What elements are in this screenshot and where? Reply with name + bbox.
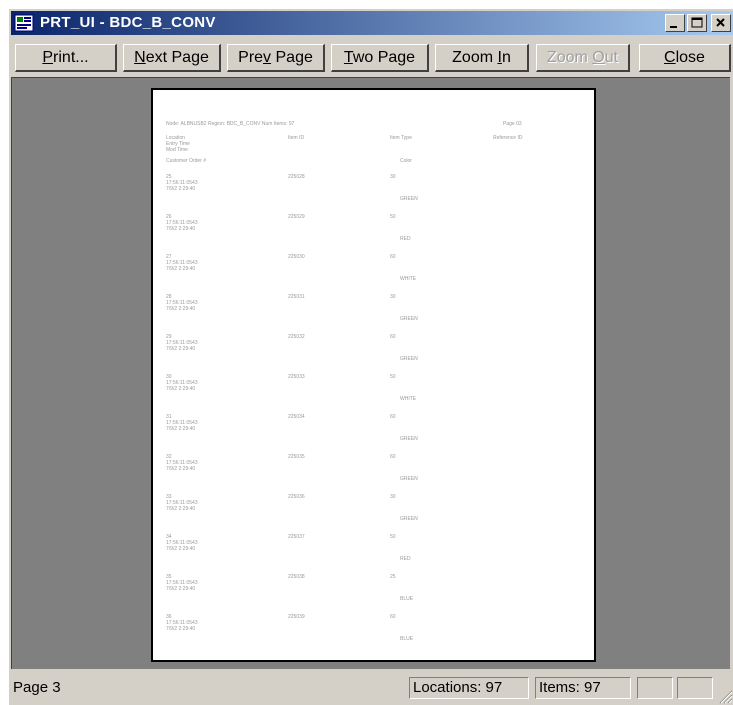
close-accelerator: C xyxy=(664,49,676,66)
app-icon xyxy=(14,14,34,32)
prev-page-label-pre: Pre xyxy=(238,49,264,66)
zoom-out-label-post: ut xyxy=(604,49,619,66)
row-color: GREEN xyxy=(400,516,418,522)
row-item-type: 50 xyxy=(390,374,396,380)
page-number-label: Page 03 xyxy=(503,121,522,127)
row-color: GREEN xyxy=(400,316,418,322)
column-item-id: Item ID xyxy=(288,135,305,141)
close-icon xyxy=(716,18,725,27)
report-header: Node: ALBNUSB2 Region: BDC_B_CONV Num It… xyxy=(166,121,295,127)
row-item-type: 60 xyxy=(390,254,396,260)
status-panel-empty-1 xyxy=(637,677,673,699)
column-mod-time: Mod Time xyxy=(166,147,188,153)
report-page: Node: ALBNUSB2 Region: BDC_B_CONV Num It… xyxy=(151,88,596,662)
zoom-in-label-post: n xyxy=(501,49,511,66)
row-item-id: 225037 xyxy=(288,534,305,540)
row-color: RED xyxy=(400,236,411,242)
row-item-id: 225032 xyxy=(288,334,305,340)
next-page-button[interactable]: Next Page xyxy=(123,44,221,72)
row-mod-time: 7/9/2 2:29:40 xyxy=(166,586,196,592)
row-color: GREEN xyxy=(400,436,418,442)
prev-page-label-post: Page xyxy=(271,49,313,66)
row-item-id: 225029 xyxy=(288,214,305,220)
report-preview-window: PRT_UI - BDC_B_CONV Print... Next Page P… xyxy=(8,8,733,705)
row-mod-time: 7/9/2 2:29:40 xyxy=(166,626,196,632)
locations-count: Locations: 97 xyxy=(409,677,529,699)
row-mod-time: 7/9/2 2:29:40 xyxy=(166,226,196,232)
close-window-button[interactable] xyxy=(711,14,731,32)
status-page: Page 3 xyxy=(13,679,61,696)
row-item-id: 225033 xyxy=(288,374,305,380)
zoom-in-label-pre: Zoom xyxy=(452,49,498,66)
maximize-button[interactable] xyxy=(687,14,707,32)
toolbar: Print... Next Page Prev Page Two Page Zo… xyxy=(11,39,733,75)
row-mod-time: 7/9/2 2:29:40 xyxy=(166,266,196,272)
minimize-button[interactable] xyxy=(665,14,685,32)
print-label-post: rint... xyxy=(53,49,89,66)
row-item-type: 50 xyxy=(390,534,396,540)
zoom-out-button[interactable]: Zoom Out xyxy=(536,44,630,72)
row-item-type: 50 xyxy=(390,214,396,220)
prev-page-accelerator: v xyxy=(263,49,272,66)
resize-grip-icon[interactable] xyxy=(717,688,733,704)
print-button[interactable]: Print... xyxy=(15,44,117,72)
column-color: Color xyxy=(400,158,412,164)
zoom-in-button[interactable]: Zoom In xyxy=(435,44,529,72)
row-item-type: 30 xyxy=(390,174,396,180)
minimize-icon xyxy=(670,26,677,28)
row-color: GREEN xyxy=(400,196,418,202)
window-title: PRT_UI - BDC_B_CONV xyxy=(40,14,216,31)
row-color: BLUE xyxy=(400,596,414,602)
row-item-type: 60 xyxy=(390,334,396,340)
row-color: GREEN xyxy=(400,476,418,482)
row-mod-time: 7/9/2 2:29:40 xyxy=(166,186,196,192)
row-item-type: 60 xyxy=(390,614,396,620)
column-reference-id: Reference ID xyxy=(493,135,523,141)
column-item-type: Item Type xyxy=(390,135,412,141)
row-mod-time: 7/9/2 2:29:40 xyxy=(166,506,196,512)
row-mod-time: 7/9/2 2:29:40 xyxy=(166,386,196,392)
status-bar: Page 3 Locations: 97 Items: 97 xyxy=(11,671,733,704)
row-item-type: 30 xyxy=(390,494,396,500)
row-item-id: 225039 xyxy=(288,614,305,620)
row-color: BLUE xyxy=(400,636,414,642)
next-page-accelerator: N xyxy=(134,49,146,66)
row-item-type: 30 xyxy=(390,294,396,300)
row-item-id: 225038 xyxy=(288,574,305,580)
zoom-out-accelerator: O xyxy=(592,49,605,66)
row-item-id: 225036 xyxy=(288,494,305,500)
row-item-id: 225028 xyxy=(288,174,305,180)
items-count: Items: 97 xyxy=(535,677,631,699)
row-color: WHITE xyxy=(400,276,417,282)
row-item-id: 225034 xyxy=(288,414,305,420)
prev-page-button[interactable]: Prev Page xyxy=(227,44,325,72)
close-label-post: lose xyxy=(675,49,705,66)
row-mod-time: 7/9/2 2:29:40 xyxy=(166,546,196,552)
row-color: WHITE xyxy=(400,396,417,402)
two-page-button[interactable]: Two Page xyxy=(331,44,429,72)
status-panel-empty-2 xyxy=(677,677,713,699)
next-page-label-post: ext Page xyxy=(145,49,209,66)
two-page-label-post: wo Page xyxy=(352,49,416,66)
row-mod-time: 7/9/2 2:29:40 xyxy=(166,306,196,312)
row-item-type: 60 xyxy=(390,414,396,420)
row-item-type: 60 xyxy=(390,454,396,460)
print-accelerator: P xyxy=(42,49,54,66)
close-button[interactable]: Close xyxy=(639,44,731,72)
row-item-id: 225035 xyxy=(288,454,305,460)
title-bar[interactable]: PRT_UI - BDC_B_CONV xyxy=(11,11,733,35)
two-page-accelerator: T xyxy=(343,49,353,66)
maximize-icon xyxy=(691,17,703,28)
row-mod-time: 7/9/2 2:29:40 xyxy=(166,346,196,352)
row-item-id: 225031 xyxy=(288,294,305,300)
column-customer-order: Customer Order # xyxy=(166,158,207,164)
zoom-out-label-pre: Zoom xyxy=(546,49,593,66)
row-color: RED xyxy=(400,556,411,562)
row-mod-time: 7/9/2 2:29:40 xyxy=(166,426,196,432)
row-color: GREEN xyxy=(400,356,418,362)
row-item-type: 25 xyxy=(390,574,396,580)
row-item-id: 225030 xyxy=(288,254,305,260)
preview-area[interactable]: Node: ALBNUSB2 Region: BDC_B_CONV Num It… xyxy=(11,77,730,669)
row-mod-time: 7/9/2 2:29:40 xyxy=(166,466,196,472)
